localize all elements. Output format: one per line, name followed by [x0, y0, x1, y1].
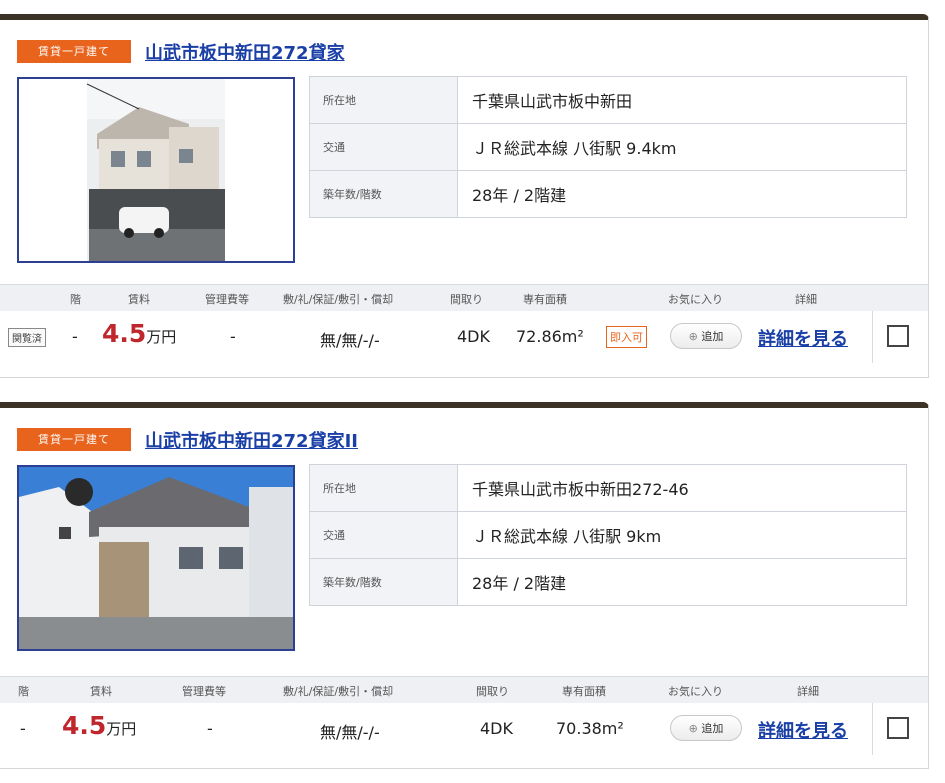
- rent-amount: 4.5: [62, 711, 107, 740]
- header-deposit: 敷/礼/保証/敷引・償却: [283, 293, 394, 306]
- room-rent: 4.5万円: [62, 711, 136, 740]
- header-favorite: お気に入り: [668, 293, 723, 306]
- room-layout: 4DK: [480, 719, 513, 738]
- header-detail: 詳細: [797, 685, 819, 698]
- property-type-tag: 賃貸一戸建て: [17, 40, 131, 63]
- room-deposit: 無/無/-/-: [320, 723, 380, 742]
- room-row: - 4.5万円 - 無/無/-/- 4DK 70.38m² ⊕ 追加 詳細を見る: [0, 703, 928, 755]
- room-mgmt: -: [230, 327, 236, 346]
- rent-unit: 万円: [106, 720, 137, 738]
- header-area: 専有面積: [562, 685, 606, 698]
- room-row: 関覧済 - 4.5万円 - 無/無/-/- 4DK 72.86m² 即入可 ⊕ …: [0, 311, 928, 363]
- select-cell: [872, 311, 929, 363]
- header-favorite: お気に入り: [668, 685, 723, 698]
- add-favorite-label: 追加: [701, 722, 724, 735]
- add-favorite-button[interactable]: ⊕ 追加: [670, 715, 742, 741]
- plus-icon: ⊕: [688, 330, 698, 343]
- room-area: 72.86m²: [516, 327, 584, 346]
- add-favorite-label: 追加: [701, 330, 724, 343]
- property-photo[interactable]: [17, 465, 295, 651]
- header-rent: 賃料: [128, 293, 150, 306]
- view-detail-link[interactable]: 詳細を見る: [758, 717, 848, 743]
- room-mgmt: -: [207, 719, 213, 738]
- room-rent: 4.5万円: [102, 319, 176, 348]
- room-floor: -: [20, 719, 26, 738]
- add-favorite-button[interactable]: ⊕ 追加: [670, 323, 742, 349]
- info-value-age-floors: 28年 / 2階建: [457, 558, 907, 606]
- info-label-transit: 交通: [309, 123, 458, 171]
- header-floor: 階: [70, 293, 81, 306]
- header-rent: 賃料: [90, 685, 112, 698]
- header-deposit: 敷/礼/保証/敷引・償却: [283, 685, 394, 698]
- rent-amount: 4.5: [102, 319, 147, 348]
- property-photo[interactable]: [17, 77, 295, 263]
- listing-card: 賃貸一戸建て 山武市板中新田272貸家II 所在地 千葉県山武市板中新田272-…: [0, 402, 929, 769]
- listing-card: 賃貸一戸建て 山武市板中新田272貸家 所在地 千葉県山武市板中新田 交通 ＪＲ…: [0, 14, 929, 378]
- header-detail: 詳細: [795, 293, 817, 306]
- info-value-address: 千葉県山武市板中新田: [457, 76, 907, 124]
- property-info-table: 所在地 千葉県山武市板中新田 交通 ＪＲ総武本線 八街駅 9.4km 築年数/階…: [309, 76, 907, 218]
- info-value-transit: ＪＲ総武本線 八街駅 9.4km: [457, 123, 907, 171]
- room-table-header: 階 賃料 管理費等 敷/礼/保証/敷引・償却 間取り 専有面積 お気に入り 詳細: [0, 676, 928, 704]
- room-layout: 4DK: [457, 327, 490, 346]
- info-label-age-floors: 築年数/階数: [309, 170, 458, 218]
- select-checkbox[interactable]: [887, 717, 909, 739]
- house-photo-image: [19, 467, 293, 649]
- header-floor: 階: [18, 685, 29, 698]
- move-in-badge: 即入可: [606, 326, 647, 348]
- info-label-transit: 交通: [309, 511, 458, 559]
- info-label-address: 所在地: [309, 76, 458, 124]
- select-cell: [872, 703, 929, 755]
- header-area: 専有面積: [523, 293, 567, 306]
- info-value-age-floors: 28年 / 2階建: [457, 170, 907, 218]
- property-info-table: 所在地 千葉県山武市板中新田272-46 交通 ＪＲ総武本線 八街駅 9km 築…: [309, 464, 907, 606]
- room-deposit: 無/無/-/-: [320, 331, 380, 350]
- info-value-address: 千葉県山武市板中新田272-46: [457, 464, 907, 512]
- rent-unit: 万円: [146, 328, 177, 346]
- room-table-header: 階 賃料 管理費等 敷/礼/保証/敷引・償却 間取り 専有面積 お気に入り 詳細: [0, 284, 928, 312]
- header-layout: 間取り: [450, 293, 483, 306]
- room-floor: -: [72, 327, 78, 346]
- info-label-address: 所在地: [309, 464, 458, 512]
- header-layout: 間取り: [476, 685, 509, 698]
- header-mgmt: 管理費等: [182, 685, 226, 698]
- house-photo-image: [19, 79, 293, 261]
- property-type-tag: 賃貸一戸建て: [17, 428, 131, 451]
- info-label-age-floors: 築年数/階数: [309, 558, 458, 606]
- header-mgmt: 管理費等: [205, 293, 249, 306]
- listing-title-link[interactable]: 山武市板中新田272貸家II: [145, 427, 358, 453]
- plus-icon: ⊕: [688, 722, 698, 735]
- listing-title-link[interactable]: 山武市板中新田272貸家: [145, 39, 345, 65]
- viewed-badge: 関覧済: [8, 328, 46, 347]
- view-detail-link[interactable]: 詳細を見る: [758, 325, 848, 351]
- room-area: 70.38m²: [556, 719, 624, 738]
- select-checkbox[interactable]: [887, 325, 909, 347]
- info-value-transit: ＪＲ総武本線 八街駅 9km: [457, 511, 907, 559]
